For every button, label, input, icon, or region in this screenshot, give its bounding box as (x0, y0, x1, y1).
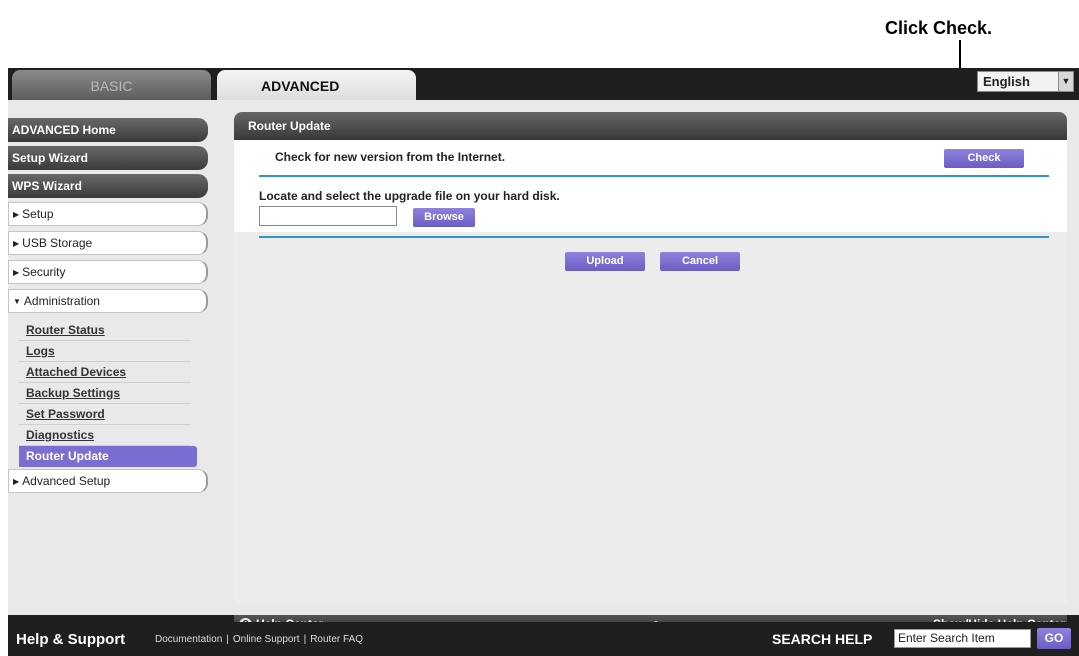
triangle-right-icon: ▶ (13, 210, 20, 219)
submenu-diagnostics[interactable]: Diagnostics (19, 425, 191, 446)
triangle-right-icon: ▶ (13, 477, 20, 486)
sidebar-item-advanced-home[interactable]: ADVANCED Home (8, 118, 208, 142)
locate-description: Locate and select the upgrade file on yo… (259, 189, 560, 203)
check-button[interactable]: Check (944, 149, 1024, 168)
router-admin-frame: BASIC ADVANCED English ▼ ADVANCED Home S… (8, 68, 1079, 656)
divider (259, 236, 1049, 238)
sidebar-item-setup[interactable]: ▶ Setup (8, 202, 208, 226)
help-support-title: Help & Support (16, 631, 126, 648)
search-help-label: SEARCH HELP (772, 631, 873, 647)
submenu-backup-settings[interactable]: Backup Settings (19, 383, 191, 404)
router-update-panel: Router Update Check for new version from… (234, 112, 1067, 604)
go-button[interactable]: GO (1037, 628, 1071, 649)
dropdown-arrow-icon: ▼ (1058, 72, 1073, 91)
submenu-router-status[interactable]: Router Status (19, 320, 191, 341)
submenu-router-update[interactable]: Router Update (19, 446, 197, 467)
language-selected: English (983, 74, 1030, 89)
sidebar-item-label: USB Storage (22, 236, 93, 250)
body-area: ADVANCED Home Setup Wizard WPS Wizard ▶ S… (8, 100, 1079, 615)
submenu-logs[interactable]: Logs (19, 341, 191, 362)
browse-button[interactable]: Browse (413, 208, 475, 227)
panel-empty-area (234, 232, 1067, 604)
online-support-link[interactable]: Online Support (233, 634, 300, 645)
panel-title: Router Update (234, 112, 1067, 140)
sidebar-item-wps-wizard[interactable]: WPS Wizard (8, 174, 208, 198)
callout-text: Click Check. (885, 18, 993, 38)
tab-basic[interactable]: BASIC (12, 70, 211, 100)
check-description: Check for new version from the Internet. (275, 150, 506, 164)
sidebar-item-label: Setup (22, 207, 54, 221)
sidebar-item-setup-wizard[interactable]: Setup Wizard (8, 146, 208, 170)
sidebar-item-advanced-setup[interactable]: ▶ Advanced Setup (8, 469, 208, 493)
documentation-link[interactable]: Documentation (155, 634, 222, 645)
sidebar-item-security[interactable]: ▶ Security (8, 260, 208, 284)
sidebar: ADVANCED Home Setup Wizard WPS Wizard ▶ S… (8, 118, 208, 498)
language-select[interactable]: English ▼ (977, 71, 1074, 92)
submenu-set-password[interactable]: Set Password (19, 404, 191, 425)
sidebar-item-label: Administration (23, 294, 100, 308)
administration-submenu: Router Status Logs Attached Devices Back… (8, 318, 208, 469)
footer: Help & Support Documentation | Online Supp… (8, 622, 1079, 656)
sidebar-item-label: Security (22, 265, 66, 279)
sidebar-item-usb-storage[interactable]: ▶ USB Storage (8, 231, 208, 255)
separator: | (303, 634, 307, 645)
search-input[interactable]: Enter Search Item (894, 629, 1031, 648)
separator: | (226, 634, 229, 645)
upload-button[interactable]: Upload (565, 252, 645, 271)
cancel-button[interactable]: Cancel (660, 252, 740, 271)
submenu-attached-devices[interactable]: Attached Devices (19, 362, 191, 383)
triangle-right-icon: ▶ (13, 268, 20, 277)
footer-links: Documentation | Online Support | Router FAQ (155, 634, 363, 645)
triangle-down-icon: ▼ (13, 297, 21, 306)
sidebar-item-label: Advanced Setup (22, 474, 111, 488)
check-row: Check for new version from the Internet.… (259, 147, 1049, 177)
sidebar-item-administration[interactable]: ▼ Administration (8, 289, 208, 313)
upgrade-file-input[interactable] (259, 206, 397, 226)
tab-advanced[interactable]: ADVANCED (217, 70, 416, 102)
triangle-right-icon: ▶ (13, 239, 20, 248)
router-faq-link[interactable]: Router FAQ (310, 634, 363, 645)
